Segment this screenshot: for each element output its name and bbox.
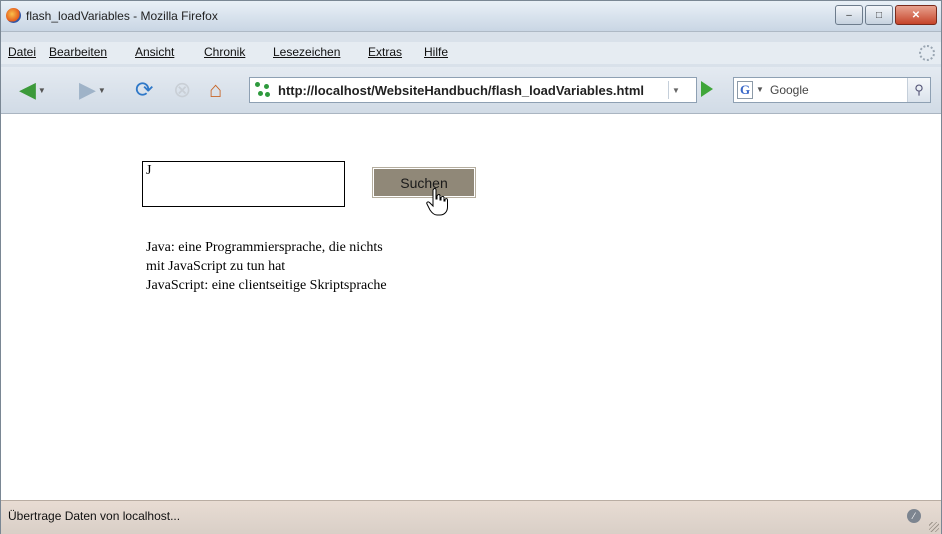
url-dropdown-icon[interactable]: ▼: [668, 81, 683, 99]
menu-chronik[interactable]: Chronik: [204, 45, 245, 59]
google-icon[interactable]: G: [737, 81, 753, 99]
maximize-button[interactable]: □: [865, 5, 893, 25]
status-icon: ⁄: [907, 509, 921, 523]
query-input[interactable]: J: [142, 161, 345, 207]
title-bar: flash_loadVariables - Mozilla Firefox – …: [1, 1, 941, 32]
menu-bar: Datei Bearbeiten Ansicht Chronik Lesezei…: [1, 42, 941, 64]
page-content: J Suchen Java: eine Programmiersprache, …: [1, 114, 941, 500]
back-arrow-icon: ◀: [19, 77, 36, 102]
hand-cursor-icon: [426, 188, 448, 216]
menu-bearbeiten[interactable]: Bearbeiten: [49, 45, 107, 59]
reload-icon: ⟳: [135, 77, 154, 102]
back-dropdown-icon[interactable]: ▼: [38, 86, 46, 95]
navigation-toolbar: ◀ ▼ ▶ ▼ ⟳ ⊗ ⌂ http://localhost/WebsiteHa…: [1, 67, 941, 114]
back-button[interactable]: ◀ ▼: [19, 78, 46, 102]
home-button[interactable]: ⌂: [209, 78, 222, 102]
window-controls: – □ ✕: [835, 5, 937, 25]
resize-grip[interactable]: [929, 522, 939, 532]
menu-ansicht[interactable]: Ansicht: [135, 45, 174, 59]
result-line: mit JavaScript zu tun hat: [146, 259, 286, 274]
menu-extras[interactable]: Extras: [368, 45, 402, 59]
forward-button[interactable]: ▶ ▼: [79, 78, 106, 102]
result-line: Java: eine Programmiersprache, die nicht…: [146, 240, 383, 255]
menu-hilfe[interactable]: Hilfe: [424, 45, 448, 59]
browser-window: flash_loadVariables - Mozilla Firefox – …: [0, 0, 942, 534]
result-line: JavaScript: eine clientseitige Skriptspr…: [146, 278, 387, 293]
url-text[interactable]: http://localhost/WebsiteHandbuch/flash_l…: [278, 83, 644, 98]
close-button[interactable]: ✕: [895, 5, 937, 25]
minimize-button[interactable]: –: [835, 5, 863, 25]
window-title: flash_loadVariables - Mozilla Firefox: [26, 9, 218, 23]
site-favicon-icon: [255, 82, 271, 98]
status-text: Übertrage Daten von localhost...: [8, 509, 181, 523]
search-bar[interactable]: G ▼ Google ⚲: [733, 77, 931, 103]
go-icon[interactable]: [701, 81, 713, 97]
stop-icon: ⊗: [173, 77, 192, 102]
url-bar[interactable]: http://localhost/WebsiteHandbuch/flash_l…: [249, 77, 697, 103]
menu-datei[interactable]: Datei: [8, 45, 36, 59]
forward-arrow-icon: ▶: [79, 77, 96, 102]
status-bar: Übertrage Daten von localhost... ⁄: [1, 500, 941, 534]
menu-lesezeichen[interactable]: Lesezeichen: [273, 45, 340, 59]
forward-dropdown-icon[interactable]: ▼: [98, 86, 106, 95]
home-icon: ⌂: [209, 77, 223, 102]
search-input[interactable]: Google: [770, 83, 809, 97]
search-icon[interactable]: ⚲: [907, 78, 930, 102]
firefox-icon: [6, 8, 21, 23]
reload-button[interactable]: ⟳: [135, 78, 153, 102]
engine-dropdown-icon[interactable]: ▼: [756, 85, 764, 94]
throbber-icon: [919, 45, 935, 61]
stop-button[interactable]: ⊗: [173, 78, 191, 102]
result-list: Java: eine Programmiersprache, die nicht…: [146, 238, 446, 295]
search-button[interactable]: Suchen: [372, 167, 476, 198]
